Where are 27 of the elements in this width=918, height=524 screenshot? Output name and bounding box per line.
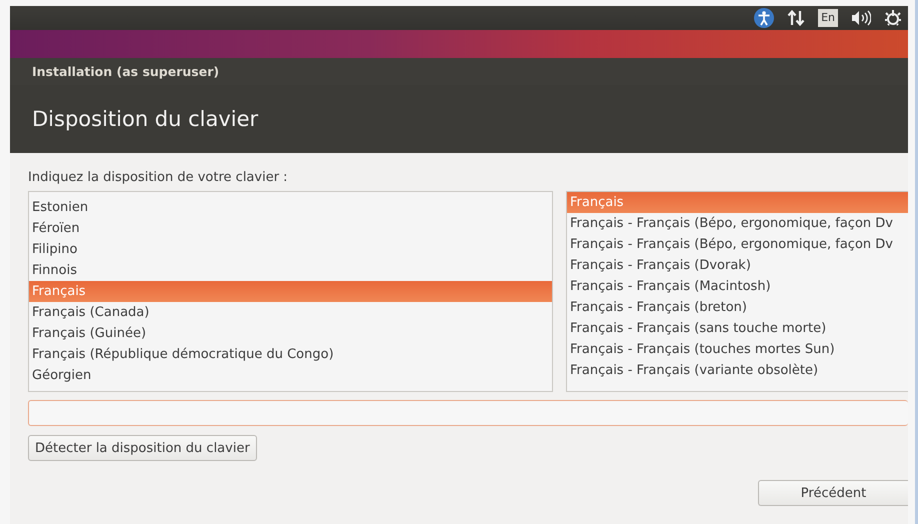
back-button[interactable]: Précédent [758, 480, 908, 506]
layout-item[interactable]: Français (République démocratique du Congo) [29, 344, 552, 365]
variant-item[interactable]: Français - Français (variante obsolète) [567, 360, 908, 381]
variant-item[interactable]: Français - Français (Bépo, ergonomique, façon Dv [567, 213, 908, 234]
layout-item[interactable]: Filipino [29, 239, 552, 260]
layout-item[interactable]: Géorgien [29, 365, 552, 386]
layout-item[interactable]: Finnois [29, 260, 552, 281]
network-arrows-icon[interactable] [787, 9, 806, 27]
layout-item[interactable]: Français (Guinée) [29, 323, 552, 344]
variant-item[interactable]: Français - Français (Bépo, ergonomique, façon Dv [567, 234, 908, 255]
page-heading: Disposition du clavier [32, 107, 258, 131]
gear-icon[interactable] [884, 9, 902, 27]
variant-item[interactable]: Français - Français (breton) [567, 297, 908, 318]
detect-layout-button[interactable]: Détecter la disposition du clavier [28, 435, 257, 461]
layout-item[interactable]: Français (Canada) [29, 302, 552, 323]
layout-item[interactable]: Féroïen [29, 218, 552, 239]
window-title: Installation (as superuser) [32, 64, 220, 79]
variant-item[interactable]: Français - Français (Dvorak) [567, 255, 908, 276]
prompt-label: Indiquez la disposition de votre clavier : [28, 170, 289, 185]
test-input-field[interactable] [28, 400, 908, 426]
keyboard-layout-indicator[interactable]: En [818, 9, 838, 27]
accessibility-icon[interactable] [754, 8, 774, 28]
variant-item[interactable]: Français - Français (touches mortes Sun) [567, 339, 908, 360]
variant-item[interactable]: Français - Français (sans touche morte) [567, 318, 908, 339]
variant-item[interactable]: Français - Français (Macintosh) [567, 276, 908, 297]
layout-item[interactable]: Estonien [29, 197, 552, 218]
volume-icon[interactable] [851, 10, 871, 26]
